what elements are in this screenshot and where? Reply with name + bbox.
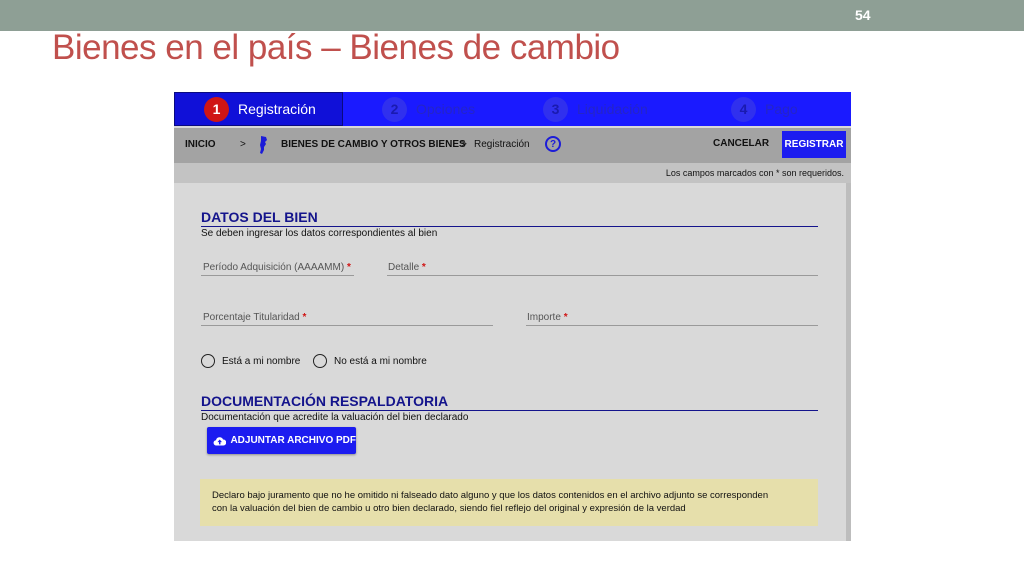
breadcrumb-toolbar: INICIO > BIENES DE CAMBIO Y OTROS BIENES… bbox=[174, 128, 851, 163]
section-subtitle-documentacion: Documentación que acredite la valuación … bbox=[201, 412, 469, 423]
slide: 54 Bienes en el país – Bienes de cambio … bbox=[0, 0, 1024, 576]
app-screenshot: 1 Registración 2 Opciones 3 Liquidación … bbox=[174, 92, 851, 541]
required-mark: * bbox=[346, 262, 351, 273]
periodo-input[interactable] bbox=[201, 275, 354, 276]
porcentaje-input[interactable] bbox=[201, 325, 493, 326]
register-button[interactable]: REGISTRAR bbox=[782, 131, 846, 158]
step-label: Liquidación bbox=[577, 101, 648, 117]
section-title-datos: DATOS DEL BIEN bbox=[201, 209, 318, 225]
slide-title: Bienes en el país – Bienes de cambio bbox=[52, 28, 620, 67]
radio-a-mi-nombre-label[interactable]: Está a mi nombre bbox=[222, 356, 300, 367]
periodo-label-text: Período Adquisición (AAAAMM) bbox=[203, 262, 345, 273]
step-label: Pago bbox=[765, 101, 798, 117]
required-mark: * bbox=[421, 262, 426, 273]
section-title-documentacion: DOCUMENTACIÓN RESPALDATORIA bbox=[201, 393, 449, 409]
porcentaje-field-label: Porcentaje Titularidad * bbox=[203, 312, 306, 323]
radio-a-mi-nombre[interactable] bbox=[201, 354, 215, 368]
step-number-badge: 4 bbox=[731, 96, 756, 122]
breadcrumb-separator: > bbox=[461, 139, 467, 150]
step-opciones[interactable]: 2 Opciones bbox=[382, 92, 475, 126]
required-mark: * bbox=[302, 312, 307, 323]
scrollbar[interactable] bbox=[846, 183, 851, 541]
required-mark: * bbox=[563, 312, 568, 323]
importe-field-label: Importe * bbox=[527, 312, 568, 323]
section-divider bbox=[201, 410, 818, 411]
step-label: Opciones bbox=[416, 101, 476, 117]
help-icon[interactable]: ? bbox=[545, 136, 561, 152]
step-number-badge: 3 bbox=[543, 96, 568, 122]
declaration-line-2: con la valuación del bien de cambio u ot… bbox=[212, 503, 686, 514]
importe-label-text: Importe bbox=[527, 312, 561, 323]
declaration-line-1: Declaro bajo juramento que no he omitido… bbox=[212, 490, 769, 501]
step-pago[interactable]: 4 Pago bbox=[731, 92, 798, 126]
step-registracion[interactable]: 1 Registración bbox=[174, 92, 343, 126]
radio-no-a-mi-nombre[interactable] bbox=[313, 354, 327, 368]
detalle-field-label: Detalle * bbox=[388, 262, 426, 273]
breadcrumb-section-link[interactable]: BIENES DE CAMBIO Y OTROS BIENES bbox=[281, 139, 466, 150]
slide-number: 54 bbox=[855, 7, 871, 23]
breadcrumb-separator: > bbox=[240, 139, 246, 150]
detalle-input[interactable] bbox=[387, 275, 818, 276]
breadcrumb-current: Registración bbox=[474, 139, 530, 150]
cancel-button[interactable]: CANCELAR bbox=[713, 138, 769, 149]
step-label: Registración bbox=[238, 101, 316, 117]
cloud-upload-icon bbox=[213, 436, 227, 445]
radio-no-a-mi-nombre-label[interactable]: No está a mi nombre bbox=[334, 356, 427, 367]
required-notice: Los campos marcados con * son requeridos… bbox=[665, 168, 844, 178]
periodo-field-label: Período Adquisición (AAAAMM) * bbox=[203, 262, 351, 273]
section-divider bbox=[201, 226, 818, 227]
porcentaje-label-text: Porcentaje Titularidad bbox=[203, 312, 300, 323]
section-subtitle-datos: Se deben ingresar los datos correspondie… bbox=[201, 228, 438, 239]
step-number-badge: 2 bbox=[382, 96, 407, 122]
importe-input[interactable] bbox=[526, 325, 818, 326]
step-liquidacion[interactable]: 3 Liquidación bbox=[543, 92, 648, 126]
attach-pdf-button[interactable]: ADJUNTAR ARCHIVO PDF bbox=[207, 427, 356, 454]
wizard-steps-bar: 1 Registración 2 Opciones 3 Liquidación … bbox=[174, 92, 851, 126]
breadcrumb-home-link[interactable]: INICIO bbox=[185, 139, 216, 150]
sworn-declaration-box: Declaro bajo juramento que no he omitido… bbox=[200, 479, 818, 526]
argentina-map-icon bbox=[260, 136, 267, 154]
step-number-badge: 1 bbox=[204, 96, 229, 122]
detalle-label-text: Detalle bbox=[388, 262, 420, 273]
attach-pdf-label: ADJUNTAR ARCHIVO PDF bbox=[230, 435, 356, 446]
required-notice-bar: Los campos marcados con * son requeridos… bbox=[174, 163, 851, 183]
